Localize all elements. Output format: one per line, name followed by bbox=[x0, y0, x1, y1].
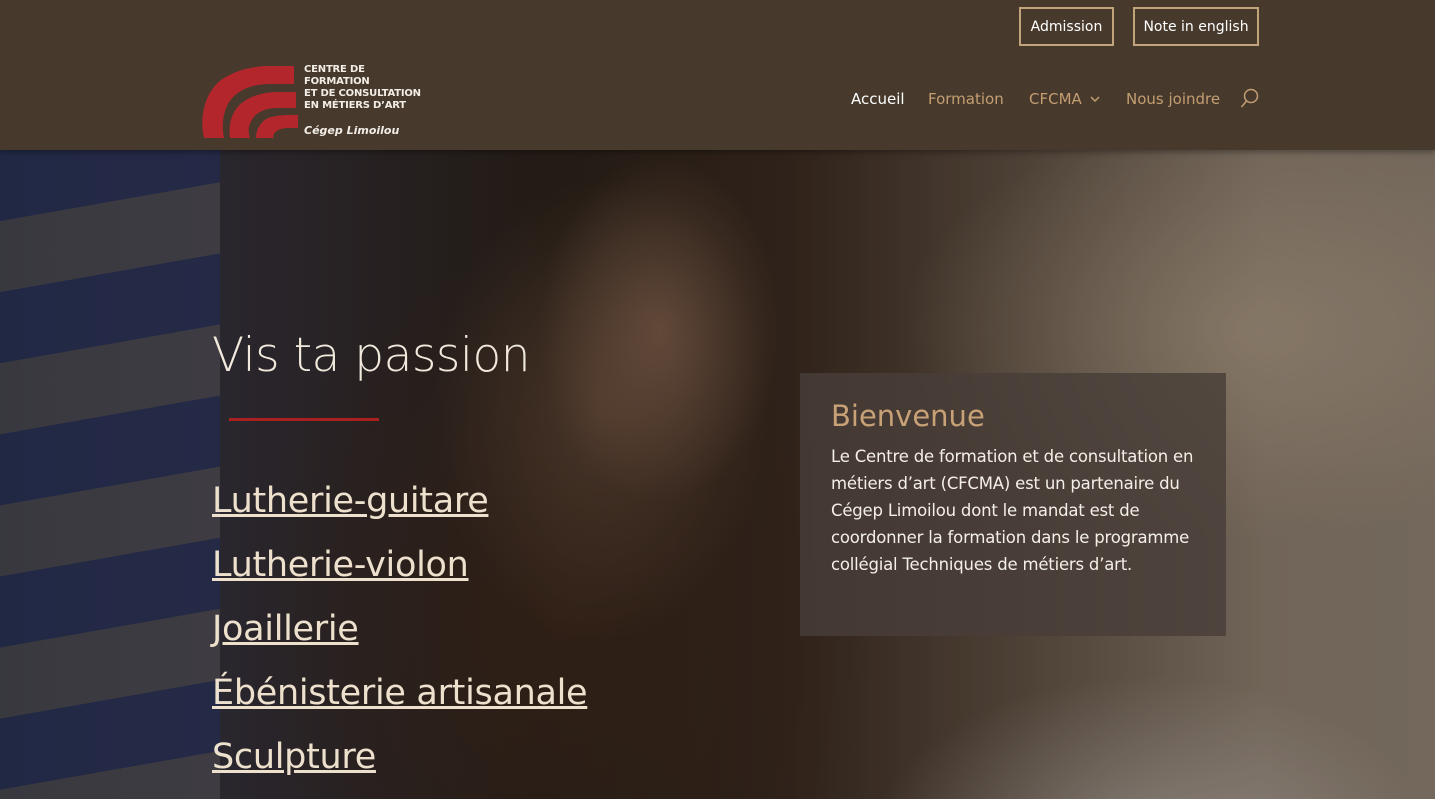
site-header: Admission Note in english CENTRE DE FORM… bbox=[0, 0, 1435, 150]
nav-link-nous-joindre[interactable]: Nous joindre bbox=[1126, 90, 1220, 108]
hero-title-divider bbox=[229, 418, 379, 421]
english-note-button[interactable]: Note in english bbox=[1133, 7, 1259, 46]
logo-text: CENTRE DE FORMATION ET DE CONSULTATION E… bbox=[304, 64, 421, 111]
search-button[interactable] bbox=[1240, 88, 1260, 110]
nav-item-cfcma[interactable]: CFCMA bbox=[1029, 88, 1100, 110]
program-link-ebenisterie[interactable]: Ébénisterie artisanale bbox=[212, 673, 588, 713]
nav-link-cfcma[interactable]: CFCMA bbox=[1029, 90, 1100, 108]
nav-item-accueil[interactable]: Accueil bbox=[851, 88, 905, 110]
welcome-text: Le Centre de formation et de consultatio… bbox=[831, 447, 1194, 574]
nav-link-formation[interactable]: Formation bbox=[928, 90, 1004, 108]
program-link-sculpture[interactable]: Sculpture bbox=[212, 737, 376, 777]
logo-mark-icon bbox=[202, 66, 298, 138]
search-icon bbox=[1240, 88, 1259, 108]
chevron-down-icon bbox=[1090, 95, 1100, 102]
nav-link-accueil[interactable]: Accueil bbox=[851, 90, 905, 108]
admission-button[interactable]: Admission bbox=[1019, 7, 1114, 46]
hero-title: Vis ta passion bbox=[212, 328, 530, 383]
program-link-lutherie-guitare[interactable]: Lutherie-guitare bbox=[212, 481, 489, 521]
site-logo[interactable]: CENTRE DE FORMATION ET DE CONSULTATION E… bbox=[196, 60, 426, 142]
welcome-panel: Bienvenue Le Centre de formation et de c… bbox=[800, 373, 1226, 636]
nav-item-formation[interactable]: Formation bbox=[928, 88, 1004, 110]
nav-item-nous-joindre[interactable]: Nous joindre bbox=[1126, 88, 1220, 110]
logo-subtitle: Cégep Limoilou bbox=[304, 124, 400, 137]
nav-label-cfcma: CFCMA bbox=[1029, 90, 1082, 108]
welcome-heading: Bienvenue bbox=[831, 399, 985, 433]
hero-section: Vis ta passion Lutherie-guitare Lutherie… bbox=[0, 150, 1435, 799]
program-link-lutherie-violon[interactable]: Lutherie-violon bbox=[212, 545, 469, 585]
program-link-joaillerie[interactable]: Joaillerie bbox=[212, 609, 359, 649]
